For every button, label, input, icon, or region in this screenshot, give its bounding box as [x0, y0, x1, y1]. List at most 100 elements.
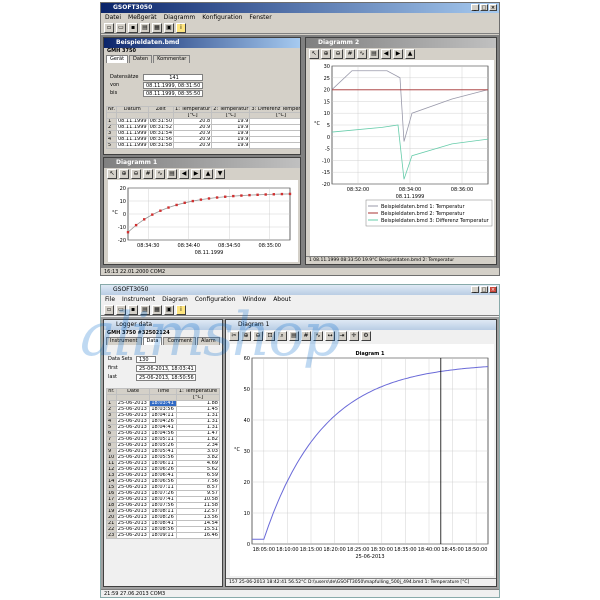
zoom-icon[interactable]: ⊕	[241, 331, 251, 341]
data-point	[175, 203, 178, 207]
menu-window[interactable]: Window	[243, 295, 267, 304]
logger-icon[interactable]: ▣	[164, 23, 174, 33]
table-icon[interactable]: ▤	[167, 169, 177, 179]
right-arrow-icon[interactable]: ▶	[393, 49, 403, 59]
left-arrow-icon[interactable]: ◀	[179, 169, 189, 179]
column-header[interactable]: nr.	[106, 388, 117, 395]
tab-daten[interactable]: Daten	[129, 55, 153, 63]
maximize-button[interactable]: □	[480, 4, 488, 11]
tab-geraet[interactable]: Gerät	[106, 55, 129, 63]
cursor-icon[interactable]: ↖	[309, 49, 319, 59]
table-row[interactable]: 508.11.199908:31:5820.919.91.0	[106, 142, 300, 149]
down-arrow-icon[interactable]: ▼	[215, 169, 225, 179]
bottom-device-name: GMH 3750 #32502124	[107, 330, 170, 336]
cursor-icon[interactable]: ↔	[325, 331, 335, 341]
maximize-button[interactable]: □	[480, 286, 488, 293]
menu-konfiguration[interactable]: Konfiguration	[202, 13, 242, 22]
crosshair-icon[interactable]: ✛	[349, 331, 359, 341]
zoom-icon[interactable]: ⊕	[321, 49, 331, 59]
bottom-statusbar: 21:59 27.06.2013 COM3	[101, 589, 499, 597]
grid-icon[interactable]: #	[301, 331, 311, 341]
tab-kommentar[interactable]: Kommentar	[153, 55, 191, 63]
tab-data[interactable]: Data	[142, 337, 163, 345]
legend-label: Beispieldaten.bmd 3: Differenz Temperatu…	[381, 218, 490, 224]
column-header[interactable]: 1: Temperature	[175, 388, 221, 395]
tab-instrument[interactable]: Instrument	[106, 337, 142, 345]
top-app-window: GSOFT3050 _ □ × Datei Meßgerät Diagramm Ko…	[100, 2, 500, 276]
open-icon[interactable]: ▭	[116, 305, 126, 315]
new-icon[interactable]: ▫	[104, 305, 114, 315]
info-icon[interactable]: i	[176, 305, 186, 315]
up-arrow-icon[interactable]: ▲	[405, 49, 415, 59]
save-icon[interactable]: ▪	[128, 305, 138, 315]
table-icon[interactable]: ▤	[289, 331, 299, 341]
left-arrow-icon[interactable]: ◀	[381, 49, 391, 59]
print-icon[interactable]: ▦	[152, 23, 162, 33]
zoom-area-icon[interactable]: ⊡	[265, 331, 275, 341]
cut-icon[interactable]: ✂	[229, 331, 239, 341]
close-button[interactable]: ×	[489, 286, 497, 293]
y-tick-label: -20	[118, 238, 126, 244]
y-tick-label: -5	[325, 147, 330, 153]
table-row[interactable]: 23 25-06-2013 18:09:11 16.46	[106, 532, 221, 539]
column-header[interactable]: 1: Temperatur	[173, 106, 213, 113]
cursor-icon[interactable]: ↖	[107, 169, 117, 179]
menu-messgeraet[interactable]: Meßgerät	[128, 13, 157, 22]
bottom-data-window: Logger data GMH 3750 #32502124 Instrumen…	[103, 319, 223, 587]
table-icon[interactable]: ▤	[369, 49, 379, 59]
table-cell: 18:08:11	[149, 508, 177, 515]
grid-icon[interactable]: #	[143, 169, 153, 179]
settings-icon[interactable]: ⚙	[361, 331, 371, 341]
right-arrow-icon[interactable]: ▶	[191, 169, 201, 179]
search-icon[interactable]: ⌕	[277, 331, 287, 341]
table-cell: 18:05:56	[149, 454, 177, 461]
instrument-icon[interactable]: ▤	[140, 305, 150, 315]
menu-fenster[interactable]: Fenster	[249, 13, 271, 22]
close-button[interactable]: ×	[489, 4, 497, 11]
minimize-button[interactable]: _	[471, 286, 479, 293]
column-header[interactable]: 2: Temperatur	[211, 106, 251, 113]
menu-file[interactable]: File	[105, 295, 115, 304]
menu-diagram[interactable]: Diagram	[162, 295, 188, 304]
menu-diagramm[interactable]: Diagramm	[164, 13, 196, 22]
table-cell: 18:06:26	[149, 466, 177, 473]
menu-about[interactable]: About	[273, 295, 291, 304]
table-cell: 08.11.1999	[115, 124, 149, 131]
save-icon[interactable]: ▪	[128, 23, 138, 33]
menu-instrument[interactable]: Instrument	[122, 295, 155, 304]
up-arrow-icon[interactable]: ▲	[203, 169, 213, 179]
curve-icon[interactable]: ∿	[357, 49, 367, 59]
zoom-out-icon[interactable]: ⊖	[333, 49, 343, 59]
info-icon[interactable]: i	[176, 23, 186, 33]
menu-configuration[interactable]: Configuration	[195, 295, 236, 304]
open-icon[interactable]: ▭	[116, 23, 126, 33]
table-cell: 08:31:56	[147, 136, 175, 143]
x-tick-label: 18:15:00	[300, 547, 322, 553]
curve-icon[interactable]: ∿	[313, 331, 323, 341]
grid-icon[interactable]: #	[345, 49, 355, 59]
minimize-button[interactable]: _	[471, 4, 479, 11]
tab-alarm[interactable]: Alarm	[196, 337, 220, 345]
data-point	[280, 192, 284, 196]
menu-datei[interactable]: Datei	[105, 13, 121, 22]
bottom-diagram-svg: 605040302010018:05:00 18:10:00 18:15:00 18:…	[234, 351, 489, 560]
x-axis-label: 25-06-2013	[355, 554, 384, 560]
column-header[interactable]: Nr.	[106, 106, 117, 113]
print-icon[interactable]: ▦	[152, 305, 162, 315]
logger-icon[interactable]: ▣	[164, 305, 174, 315]
table-cell: 18:08:56	[149, 526, 177, 533]
zoom-out-icon[interactable]: ⊖	[131, 169, 141, 179]
diagram1-toolbar: ↖ ⊕ ⊖ # ∿ ▤ ◀ ▶ ▲ ▼	[104, 168, 300, 179]
zoom-icon[interactable]: ⊕	[119, 169, 129, 179]
instrument-icon[interactable]: ▤	[140, 23, 150, 33]
new-icon[interactable]: ▫	[104, 23, 114, 33]
datasets-field: 130	[136, 356, 156, 363]
marker-icon[interactable]: ⇥	[337, 331, 347, 341]
table-cell: 08.11.1999	[115, 118, 149, 125]
bottom-mdi-area: Logger data GMH 3750 #32502124 Instrumen…	[101, 317, 499, 589]
column-header[interactable]: 3: Differenz Temperatur	[249, 106, 300, 113]
curve-icon[interactable]: ∿	[155, 169, 165, 179]
zoom-out-icon[interactable]: ⊖	[253, 331, 263, 341]
bottom-diagram-plot: 60 50 40 30 20 10 0 18:05:00 18:10:00 18:15:00 18:…	[230, 344, 494, 576]
tab-comment[interactable]: Comment	[163, 337, 196, 345]
